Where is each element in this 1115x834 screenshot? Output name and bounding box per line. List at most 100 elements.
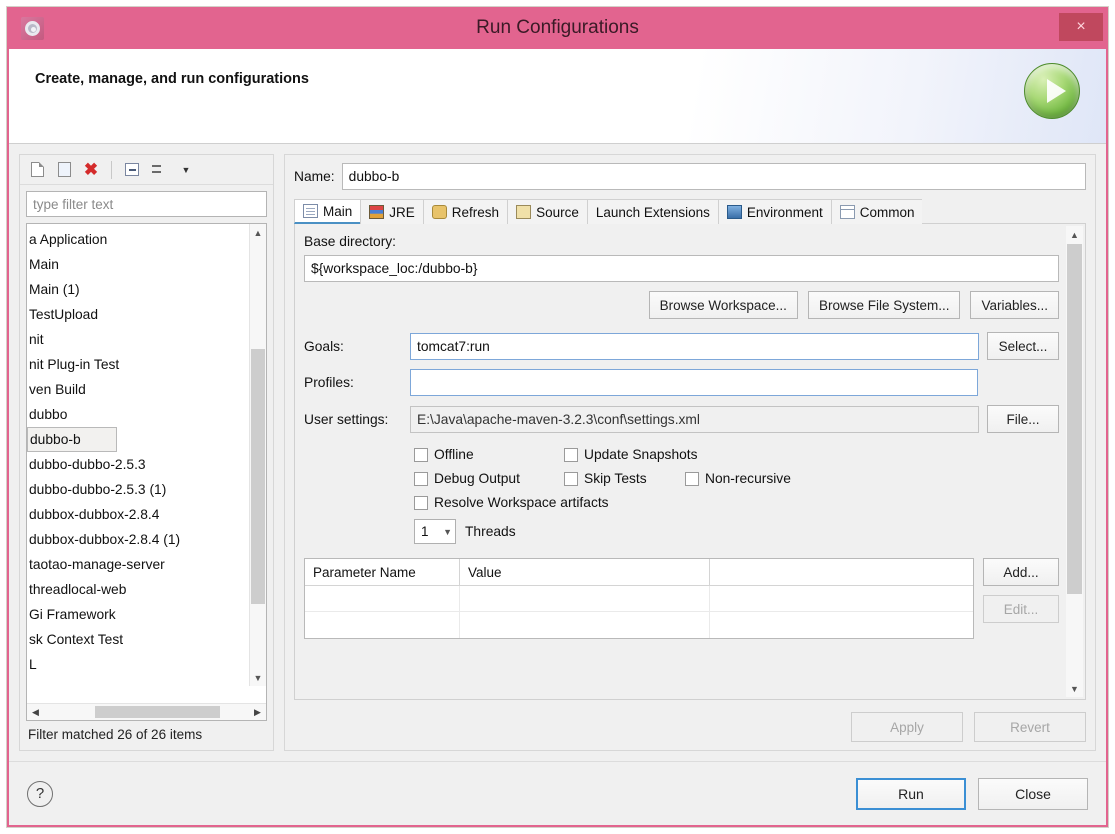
configurations-list-viewport: ​a Application Main Main (1) TestUpload ​nit… <box>27 224 266 703</box>
duplicate-configuration-icon[interactable] <box>53 159 75 181</box>
close-button[interactable]: Close <box>978 777 1088 810</box>
list-item-label: dubbox-dubbox-2.8.4 <box>29 507 160 522</box>
profiles-input[interactable] <box>410 369 978 396</box>
list-item[interactable]: taotao-manage-server <box>27 552 266 577</box>
tab-bar: Main JRE Refresh Source Launch Extensions Env… <box>294 199 1086 224</box>
list-item-label: ​nit Plug-in Test <box>29 357 120 372</box>
table-row[interactable] <box>305 586 973 612</box>
scroll-down-arrow-icon[interactable]: ▼ <box>250 669 266 686</box>
list-item[interactable]: Main (1) <box>27 277 266 302</box>
edit-parameter-button: Edit... <box>983 595 1059 623</box>
variables-button[interactable]: Variables... <box>970 291 1059 319</box>
list-item[interactable]: dubbo-dubbo-2.5.3 (1) <box>27 477 266 502</box>
filter-configurations-icon[interactable] <box>148 159 170 181</box>
checkbox-offline[interactable]: Offline <box>414 447 564 462</box>
checkbox-non-recursive-box[interactable] <box>685 471 699 486</box>
scroll-up-arrow-icon[interactable]: ▲ <box>250 224 266 241</box>
tab-label: Refresh <box>451 204 500 220</box>
list-item[interactable]: ​ven Build <box>27 377 266 402</box>
panel-scroll-up-icon[interactable]: ▲ <box>1066 226 1083 243</box>
checkbox-line-1: Offline Update Snapshots <box>414 447 1059 462</box>
profiles-label: Profiles: <box>304 375 354 390</box>
column-header-parameter-name[interactable]: Parameter Name <box>305 559 460 585</box>
goals-input[interactable]: tomcat7:run <box>410 332 979 360</box>
checkbox-skip-tests-label: Skip Tests <box>584 471 647 486</box>
checkbox-offline-box[interactable] <box>414 447 428 462</box>
parameters-table-header: Parameter Name Value <box>305 559 973 586</box>
view-menu-chevron-icon[interactable]: ▼ <box>175 159 197 181</box>
browse-file-system-button[interactable]: Browse File System... <box>807 291 961 319</box>
goals-select-button[interactable]: Select... <box>987 332 1059 360</box>
run-button[interactable]: Run <box>856 777 966 810</box>
list-item[interactable]: ​a Application <box>27 227 266 252</box>
filter-input[interactable]: type filter text <box>26 191 267 217</box>
scroll-right-arrow-icon[interactable]: ▶ <box>249 707 266 718</box>
list-item[interactable]: Gi Framework <box>27 602 266 627</box>
tab-label: Main <box>323 203 353 219</box>
list-item[interactable]: dubbo-b <box>27 427 117 452</box>
parameters-table-buttons: Add... Edit... <box>983 558 1059 639</box>
run-play-icon <box>1024 63 1080 119</box>
new-configuration-icon[interactable] <box>26 159 48 181</box>
tab-launch-extensions[interactable]: Launch Extensions <box>586 199 718 224</box>
delete-configuration-icon[interactable]: ✖ <box>80 159 102 181</box>
tab-label: Launch Extensions <box>595 204 710 220</box>
threads-label: Threads <box>465 524 516 539</box>
user-settings-file-button[interactable]: File... <box>987 405 1059 433</box>
checkbox-resolve-workspace-artifacts[interactable]: Resolve Workspace artifacts <box>414 495 609 510</box>
list-item[interactable]: ​nit Plug-in Test <box>27 352 266 377</box>
tab-jre[interactable]: JRE <box>360 199 423 224</box>
list-item[interactable]: TestUpload <box>27 302 266 327</box>
checkbox-skip-tests[interactable]: Skip Tests <box>564 471 685 486</box>
base-directory-input[interactable]: ${workspace_loc:/dubbo-b} <box>304 255 1059 282</box>
checkbox-update-snapshots-box[interactable] <box>564 447 578 462</box>
user-settings-input[interactable]: E:\Java\apache-maven-3.2.3\conf\settings… <box>410 405 979 433</box>
name-input[interactable]: dubbo-b <box>341 163 1086 190</box>
list-item[interactable]: dubbo-dubbo-2.5.3 <box>27 452 266 477</box>
list-horizontal-scrollbar[interactable]: ◀ ▶ <box>27 703 266 720</box>
checkbox-skip-tests-box[interactable] <box>564 471 578 486</box>
close-window-button[interactable]: × <box>1059 13 1103 41</box>
panel-scroll-thumb[interactable] <box>1067 244 1082 594</box>
list-item[interactable]: dubbo <box>27 402 266 427</box>
checkbox-debug-output[interactable]: Debug Output <box>414 471 564 486</box>
tab-main[interactable]: Main <box>294 199 361 224</box>
tab-environment[interactable]: Environment <box>717 199 831 224</box>
list-scroll-thumb[interactable] <box>251 349 265 604</box>
checkbox-debug-output-box[interactable] <box>414 471 428 486</box>
checkbox-resolve-workspace-artifacts-box[interactable] <box>414 495 428 510</box>
scroll-left-arrow-icon[interactable]: ◀ <box>27 707 44 718</box>
add-parameter-button[interactable]: Add... <box>983 558 1059 586</box>
collapse-all-icon[interactable] <box>121 159 143 181</box>
base-directory-label: Base directory: <box>304 234 397 249</box>
list-item[interactable]: dubbox-dubbox-2.8.4 (1) <box>27 527 266 552</box>
checkbox-update-snapshots[interactable]: Update Snapshots <box>564 447 698 462</box>
list-item[interactable]: L <box>27 652 266 677</box>
list-item[interactable]: ​sk Context Test <box>27 627 266 652</box>
panel-vertical-scrollbar[interactable]: ▲ ▼ <box>1066 226 1083 697</box>
list-vertical-scrollbar[interactable]: ▲ ▼ <box>249 224 266 686</box>
browse-workspace-button[interactable]: Browse Workspace... <box>648 291 798 319</box>
help-question-icon[interactable]: ? <box>27 780 53 807</box>
tab-source[interactable]: Source <box>507 199 587 224</box>
column-header-value[interactable]: Value <box>460 559 710 585</box>
tab-label: Source <box>536 204 579 220</box>
list-item[interactable]: dubbox-dubbox-2.8.4 <box>27 502 266 527</box>
list-item[interactable]: Main <box>27 252 266 277</box>
threads-row: 1 ▼ Threads <box>304 519 1059 544</box>
table-row[interactable] <box>305 612 973 638</box>
list-hscroll-thumb[interactable] <box>95 706 220 718</box>
environment-tab-icon <box>726 205 742 219</box>
tab-common[interactable]: Common <box>830 199 923 224</box>
jre-tab-icon <box>369 205 385 219</box>
list-item[interactable]: ​nit <box>27 327 266 352</box>
list-item[interactable]: threadlocal-web <box>27 577 266 602</box>
threads-select[interactable]: 1 ▼ <box>414 519 456 544</box>
panel-scroll-down-icon[interactable]: ▼ <box>1066 680 1083 697</box>
column-header-extra[interactable] <box>710 559 973 585</box>
tab-refresh[interactable]: Refresh <box>422 199 508 224</box>
revert-button: Revert <box>974 712 1086 742</box>
parameters-table[interactable]: Parameter Name Value <box>304 558 974 639</box>
checkbox-non-recursive[interactable]: Non-recursive <box>685 471 791 486</box>
configurations-panel: ✖ ▼ type filter text ​a Application Main M… <box>19 154 274 751</box>
